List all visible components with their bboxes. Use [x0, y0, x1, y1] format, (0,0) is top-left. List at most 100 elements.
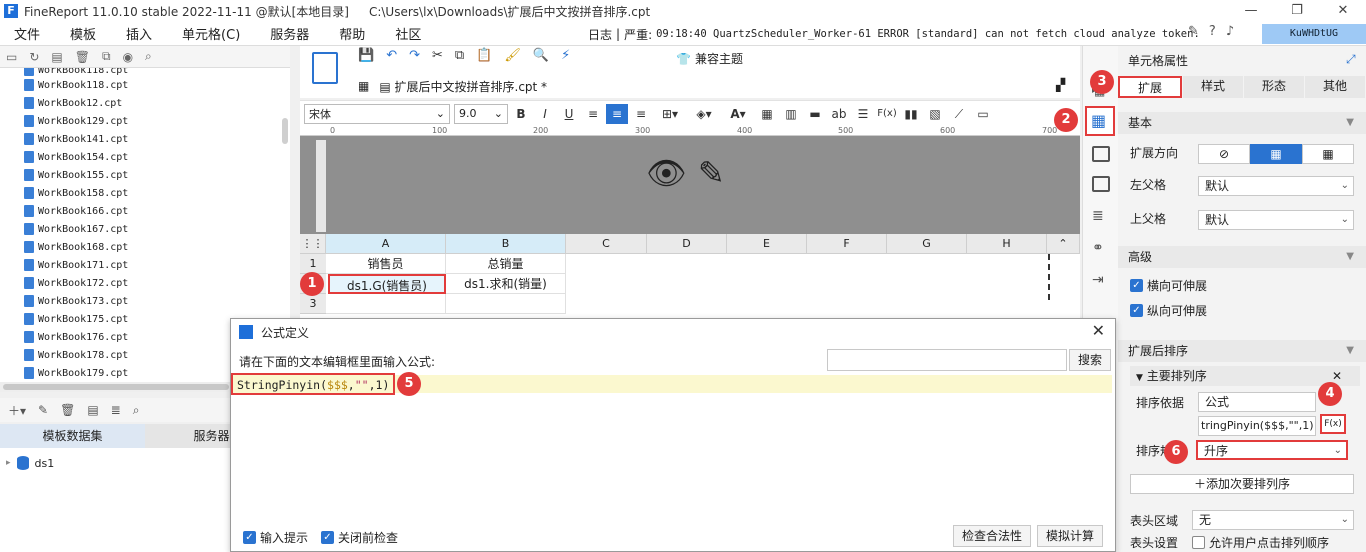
edit-icon[interactable]: ✎ [1188, 24, 1199, 39]
formula-text[interactable]: StringPinyin($$$,"",1) [231, 373, 396, 395]
list-item[interactable]: WorkBook154.cpt [0, 148, 290, 166]
left-parent-select[interactable]: 默认 ⌄ [1198, 176, 1354, 196]
sub-report-icon[interactable]: ▭ [972, 104, 994, 124]
tab-other[interactable]: 其他 [1305, 76, 1365, 98]
align-left-icon[interactable]: ≡ [582, 104, 604, 124]
cell-attr-button[interactable]: ▦ [1085, 106, 1115, 136]
richtext-icon[interactable]: ☰ [852, 104, 874, 124]
menu-server[interactable]: 服务器 [270, 24, 309, 43]
validate-button[interactable]: 检查合法性 [953, 525, 1032, 547]
row-header-1[interactable]: 1 [300, 254, 326, 274]
menu-help[interactable]: 帮助 [339, 24, 365, 43]
fill-color-icon[interactable]: ◈▾ [688, 104, 720, 124]
split-icon[interactable]: ▥ [780, 104, 802, 124]
list-item[interactable]: WorkBook158.cpt [0, 184, 290, 202]
underline-button[interactable]: U [558, 104, 580, 124]
list-item[interactable]: WorkBook12.cpt [0, 94, 290, 112]
condition-icon[interactable]: ≣ [1092, 208, 1110, 224]
log-label[interactable]: 日志 [588, 26, 612, 43]
menu-template[interactable]: 模板 [70, 24, 96, 43]
tab-menu-icon[interactable]: ▞ [1056, 78, 1065, 92]
col-header-e[interactable]: E [727, 234, 807, 254]
section-advanced[interactable]: 高级 ▼ [1118, 246, 1366, 268]
cell-a2[interactable]: ds1.G(销售员) [328, 274, 446, 294]
expand-arrow-icon[interactable]: ▸ [6, 458, 11, 468]
italic-button[interactable]: I [534, 104, 556, 124]
formula-edit-button[interactable]: F(x) [1320, 414, 1346, 434]
new-folder-icon[interactable]: ▭ [6, 50, 17, 64]
close-window-icon[interactable]: ✕ [1320, 0, 1366, 22]
tab-style[interactable]: 样式 [1183, 76, 1243, 98]
undo-icon[interactable]: ↶ [386, 48, 397, 63]
expand-none-button[interactable]: ⊘ [1198, 144, 1250, 164]
tab-shape[interactable]: 形态 [1244, 76, 1304, 98]
font-color-icon[interactable]: A▾ [722, 104, 754, 124]
list-item[interactable]: WorkBook118.cpt [0, 76, 290, 94]
list-item[interactable]: WorkBook168.cpt [0, 238, 290, 256]
col-header-h[interactable]: H [967, 234, 1047, 254]
list-item[interactable]: WorkBook118.cpt [0, 68, 290, 76]
paste-icon[interactable]: 📋 [476, 48, 492, 63]
locate-icon[interactable]: ◉ [123, 50, 133, 64]
menu-community[interactable]: 社区 [395, 24, 421, 43]
align-right-icon[interactable]: ≡ [630, 104, 652, 124]
slash-icon[interactable]: ⟋ [948, 104, 970, 124]
close-icon[interactable]: ✕ [1092, 321, 1105, 340]
col-header-a[interactable]: A [326, 234, 446, 254]
col-header-f[interactable]: F [807, 234, 887, 254]
expand-arrow-icon[interactable]: ⤢ [1346, 52, 1356, 67]
cut-icon[interactable]: ✂ [432, 48, 443, 63]
sort-basis-select[interactable]: 公式 [1198, 392, 1316, 412]
preview-icon[interactable]: 🔍 [533, 48, 549, 63]
menu-cell[interactable]: 单元格(C) [182, 24, 240, 43]
file-list-scrollbar[interactable] [282, 118, 288, 144]
plugin-icon[interactable]: ⚡ [561, 48, 570, 63]
cell-b1[interactable]: 总销量 [446, 254, 566, 274]
corner-cell[interactable]: ⋮⋮ [300, 234, 326, 254]
user-account[interactable]: KuWHDtUG [1262, 24, 1366, 44]
list-item[interactable]: WorkBook155.cpt [0, 166, 290, 184]
h-extend-checkbox[interactable]: ✓ 横向可伸展 [1130, 277, 1207, 294]
doc-tab[interactable]: ▤ 扩展后中文按拼音排序.cpt * [375, 77, 552, 95]
image-icon[interactable]: ▧ [924, 104, 946, 124]
template-designer-icon[interactable] [312, 52, 338, 84]
minimize-icon[interactable]: — [1228, 0, 1274, 22]
col-header-d[interactable]: D [647, 234, 727, 254]
list-item[interactable]: WorkBook173.cpt [0, 292, 290, 310]
refresh-icon[interactable]: ↻ [29, 50, 39, 64]
list-item[interactable]: WorkBook141.cpt [0, 130, 290, 148]
font-size-select[interactable]: 9.0 ⌄ [454, 103, 508, 124]
simulate-button[interactable]: 模拟计算 [1037, 525, 1104, 547]
save-icon[interactable]: 💾 [358, 48, 374, 63]
text-cell-icon[interactable]: ▬ [804, 104, 826, 124]
ab-button[interactable]: ab [828, 104, 850, 124]
format-painter-icon[interactable]: 🖌 [504, 48, 521, 63]
import-icon[interactable]: ⇥ [1092, 272, 1110, 288]
formula-button[interactable]: F(x) [876, 104, 898, 124]
pencil-icon[interactable]: ✎ [698, 154, 725, 192]
bell-icon[interactable]: ♪ [1226, 24, 1234, 39]
list-item[interactable]: WorkBook129.cpt [0, 112, 290, 130]
border-icon[interactable]: ⊞▾ [654, 104, 686, 124]
widget-icon[interactable] [1092, 176, 1110, 192]
bold-button[interactable]: B [510, 104, 532, 124]
list-item[interactable]: WorkBook171.cpt [0, 256, 290, 274]
copy-icon[interactable]: ⧉ [102, 49, 111, 64]
delete-icon[interactable]: 🗑 [60, 403, 75, 417]
align-center-icon[interactable]: ≡ [606, 103, 628, 124]
maximize-icon[interactable]: ❐ [1274, 0, 1320, 22]
input-hint-checkbox[interactable]: ✓ 输入提示 [243, 529, 308, 546]
search-icon[interactable]: ⌕ [133, 403, 140, 418]
help-icon[interactable]: ? [1209, 24, 1216, 39]
list-item[interactable]: WorkBook172.cpt [0, 274, 290, 292]
delete-icon[interactable]: 🗑 [75, 50, 90, 64]
col-header-c[interactable]: C [566, 234, 647, 254]
redo-icon[interactable]: ↷ [409, 48, 420, 63]
expand-vertical-button[interactable]: ▦ [1250, 144, 1302, 164]
cell-b3[interactable] [446, 294, 566, 314]
search-button[interactable]: 搜索 [1069, 349, 1111, 371]
header-area-select[interactable]: 无 ⌄ [1192, 510, 1354, 530]
edit-icon[interactable]: ✎ [38, 403, 48, 417]
preview-icon[interactable]: ▤ [87, 403, 98, 417]
col-header-g[interactable]: G [887, 234, 967, 254]
